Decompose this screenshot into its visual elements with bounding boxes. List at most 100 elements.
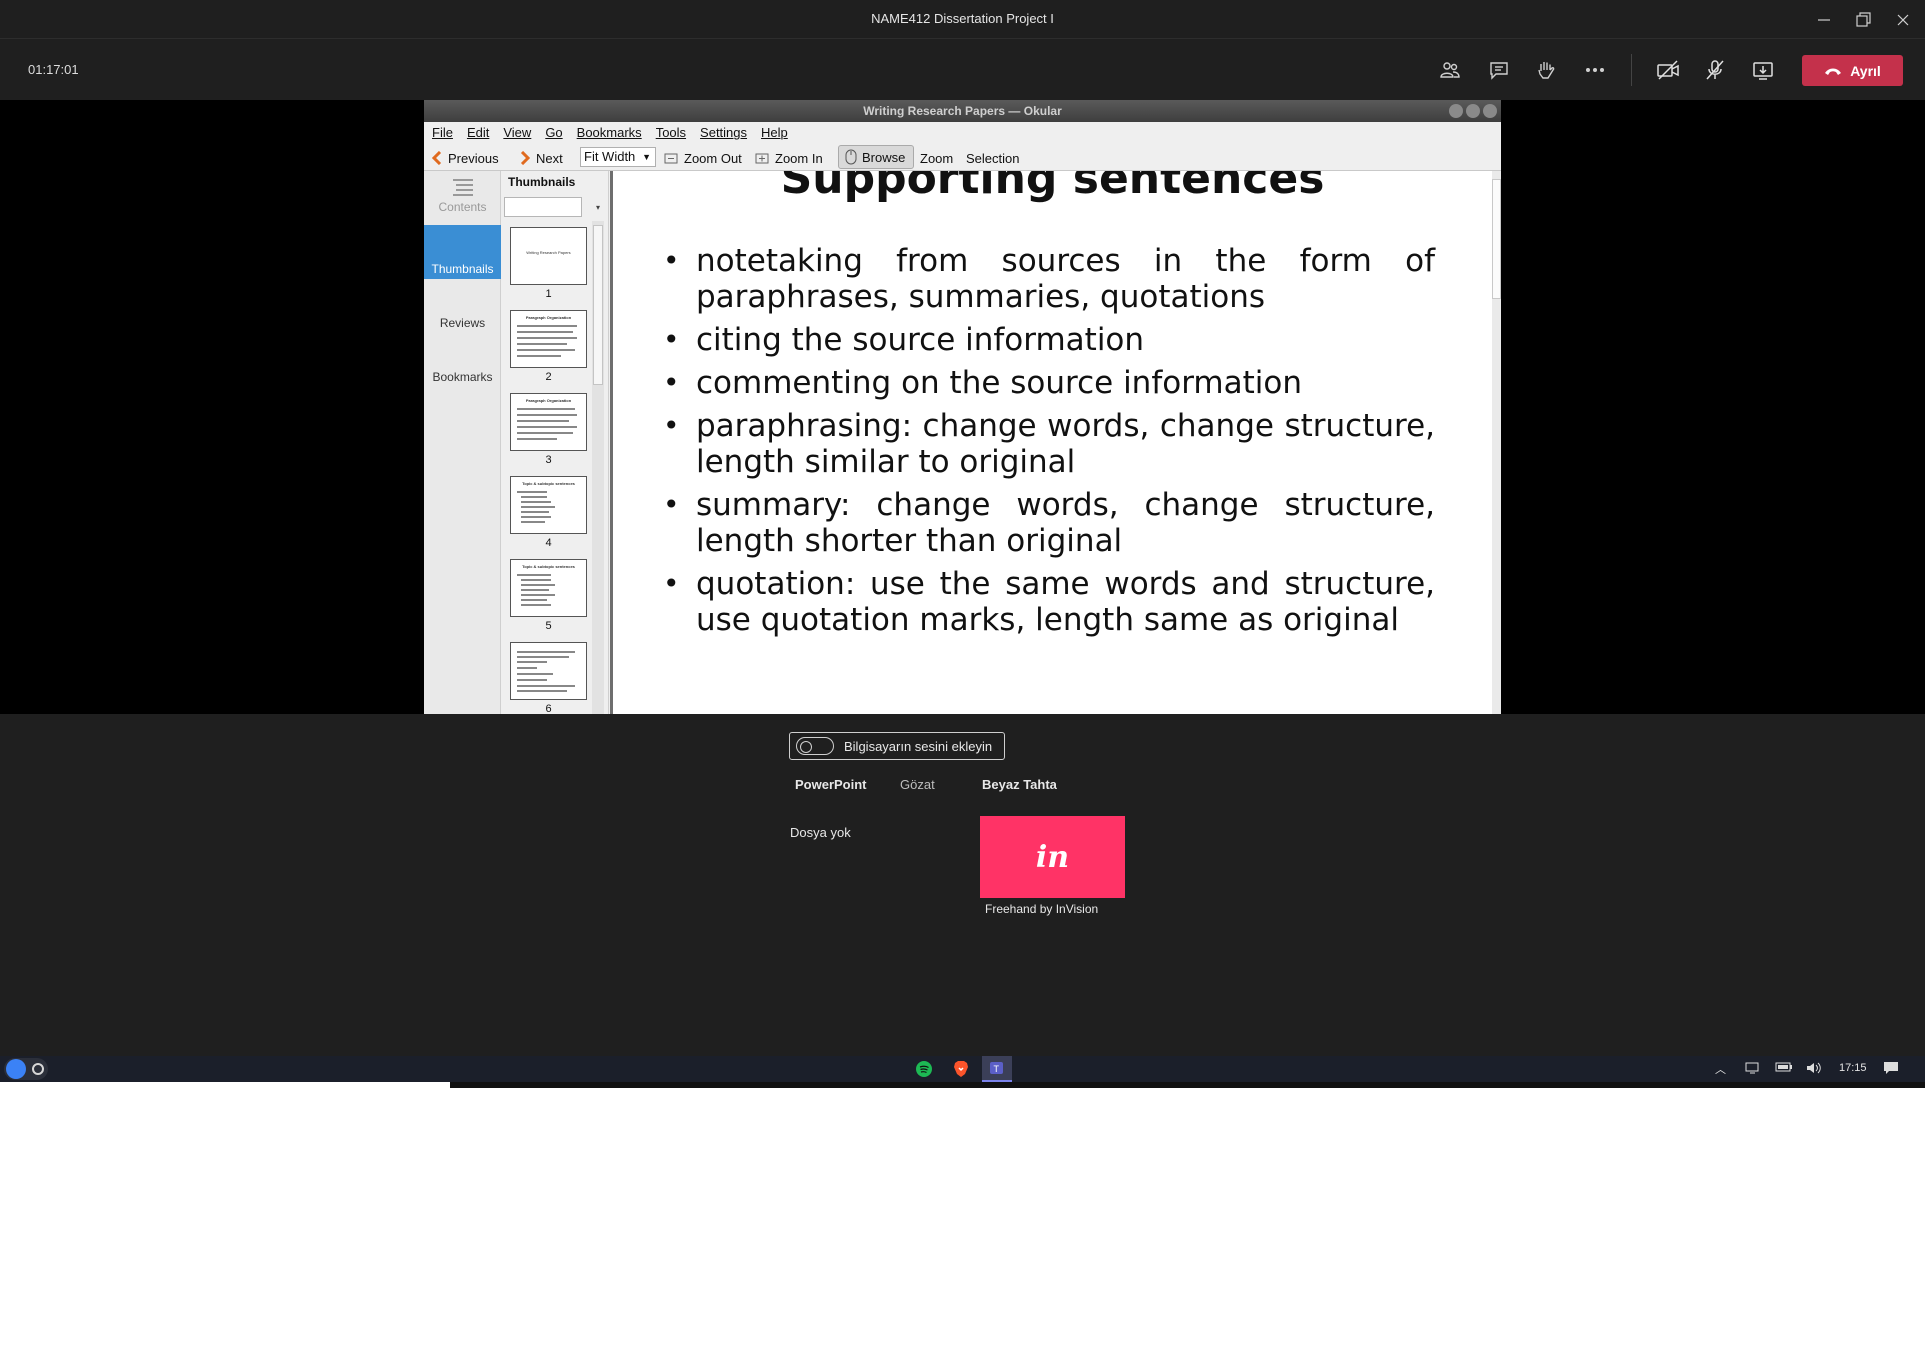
- teams-icon[interactable]: T: [982, 1056, 1012, 1082]
- people-icon[interactable]: [1435, 55, 1465, 85]
- teams-window: NAME412 Dissertation Project I 01:17:01: [0, 0, 1925, 1082]
- close-icon[interactable]: [1891, 8, 1915, 32]
- menu-bookmarks[interactable]: Bookmarks: [577, 125, 642, 140]
- thumbnail-page-1[interactable]: Writing Research Papers: [510, 227, 587, 285]
- network-icon[interactable]: [1745, 1061, 1761, 1078]
- freehand-invision-tile[interactable]: in: [980, 816, 1125, 898]
- thumbnail-search-input[interactable]: [504, 197, 582, 217]
- zoom-tool-button[interactable]: Zoom: [920, 148, 953, 168]
- thumbnail-page-4[interactable]: Topic & subtopic sentences: [510, 476, 587, 534]
- chat-icon[interactable]: [1484, 55, 1514, 85]
- invision-logo: in: [1035, 839, 1070, 875]
- bullet-item: summary: change words, change structure,…: [663, 487, 1435, 559]
- menu-edit[interactable]: Edit: [467, 125, 489, 140]
- thumbnails-scrollbar[interactable]: [592, 221, 604, 714]
- notifications-icon[interactable]: [1883, 1061, 1899, 1078]
- tab-powerpoint[interactable]: PowerPoint: [795, 777, 867, 792]
- menu-settings[interactable]: Settings: [700, 125, 747, 140]
- okular-close-icon[interactable]: [1483, 104, 1497, 118]
- tab-browse[interactable]: Gözat: [900, 777, 935, 792]
- mic-off-icon[interactable]: [1700, 55, 1730, 85]
- tab-reviews[interactable]: Reviews: [424, 279, 501, 333]
- share-icon[interactable]: [1748, 55, 1778, 85]
- document-view: Supporting sentences notetaking from sou…: [610, 171, 1501, 714]
- chevron-up-icon[interactable]: ︿: [1715, 1061, 1726, 1077]
- thumbnail-number: 1: [545, 288, 552, 300]
- okular-maximize-icon[interactable]: [1466, 104, 1480, 118]
- tab-bookmarks[interactable]: Bookmarks: [424, 333, 501, 387]
- thumbnail-number: 5: [545, 620, 552, 632]
- bullet-item: paraphrasing: change words, change struc…: [663, 408, 1435, 480]
- okular-toolbar: Previous Next Fit Width ▼ Zoom Out Zoom …: [424, 143, 1501, 171]
- menu-tools[interactable]: Tools: [656, 125, 686, 140]
- no-file-text: Dosya yok: [790, 825, 851, 840]
- arrow-left-icon: [432, 151, 442, 165]
- previous-label: Previous: [448, 150, 499, 166]
- tab-contents[interactable]: Contents: [424, 171, 501, 225]
- thumbnail-page-3[interactable]: Paragraph Organization: [510, 393, 587, 451]
- slide-heading: Supporting sentences: [780, 171, 1325, 204]
- computer-audio-toggle[interactable]: Bilgisayarın sesini ekleyin: [789, 732, 1005, 760]
- scrollbar-handle[interactable]: [593, 225, 603, 385]
- raise-hand-icon[interactable]: [1531, 55, 1561, 85]
- battery-icon[interactable]: [1775, 1061, 1793, 1076]
- thumbnail-number: 3: [545, 454, 552, 466]
- tab-whiteboard[interactable]: Beyaz Tahta: [982, 777, 1057, 792]
- mouse-icon: [845, 149, 857, 165]
- spotify-icon[interactable]: [914, 1059, 934, 1079]
- call-controls-bar: 01:17:01 Ayrıl: [0, 40, 1925, 100]
- next-button[interactable]: Next: [520, 148, 563, 168]
- start-toggle[interactable]: [4, 1058, 48, 1080]
- zoom-mode-select[interactable]: Fit Width ▼: [580, 147, 656, 167]
- browse-tool-button[interactable]: Browse: [838, 145, 914, 169]
- thumbnail-title: Paragraph Organization: [525, 398, 572, 403]
- thumbnail-page-6[interactable]: [510, 642, 587, 700]
- document-scrollbar[interactable]: [1492, 171, 1501, 714]
- toggle-switch-icon: [796, 737, 834, 755]
- restore-icon[interactable]: [1851, 8, 1875, 32]
- windows-taskbar: T ︿ 17:15: [0, 1056, 1925, 1082]
- bullet-item: citing the source information: [663, 322, 1435, 358]
- hang-up-icon: [1825, 68, 1842, 75]
- zoom-mode-value: Fit Width: [584, 149, 636, 164]
- thumbnail-page-2[interactable]: Paragraph Organization: [510, 310, 587, 368]
- okular-minimize-icon[interactable]: [1449, 104, 1463, 118]
- document-page[interactable]: Supporting sentences notetaking from sou…: [613, 171, 1492, 714]
- zoom-out-button[interactable]: Zoom Out: [664, 148, 742, 168]
- thumbnail-number: 4: [545, 537, 552, 549]
- scrollbar-handle[interactable]: [1492, 179, 1501, 299]
- minimize-icon[interactable]: [1812, 8, 1836, 32]
- freehand-invision-label: Freehand by InVision: [985, 902, 1099, 916]
- menu-view[interactable]: View: [503, 125, 531, 140]
- camera-off-icon[interactable]: [1653, 55, 1683, 85]
- okular-window: Writing Research Papers — Okular File Ed…: [424, 100, 1501, 714]
- zoom-in-button[interactable]: Zoom In: [755, 148, 823, 168]
- menu-file[interactable]: File: [432, 125, 453, 140]
- thumbnail-title: Topic & subtopic sentences: [522, 481, 575, 486]
- brave-icon[interactable]: [951, 1059, 971, 1079]
- menu-go[interactable]: Go: [545, 125, 562, 140]
- tab-thumbnails-label: Thumbnails: [431, 262, 494, 276]
- menu-help[interactable]: Help: [761, 125, 788, 140]
- volume-icon[interactable]: [1805, 1061, 1823, 1078]
- thumbnail-title: Topic & subtopic sentences: [522, 564, 575, 569]
- previous-button[interactable]: Previous: [432, 148, 499, 168]
- clock[interactable]: 17:15: [1839, 1062, 1867, 1074]
- arrow-right-icon: [520, 151, 530, 165]
- thumbnail-title: Paragraph Organization: [525, 315, 572, 320]
- svg-text:T: T: [994, 1064, 1000, 1074]
- more-icon[interactable]: [1580, 55, 1610, 85]
- toolbar-divider: [1631, 54, 1632, 86]
- okular-title-bar: Writing Research Papers — Okular: [424, 100, 1501, 122]
- zoom-in-label: Zoom In: [775, 150, 823, 166]
- selection-tool-button[interactable]: Selection: [966, 148, 1019, 168]
- leave-button[interactable]: Ayrıl: [1802, 55, 1903, 86]
- filter-dropdown-icon[interactable]: ▾: [596, 203, 600, 212]
- computer-audio-label: Bilgisayarın sesini ekleyin: [844, 738, 993, 754]
- chevron-down-icon: ▼: [642, 152, 651, 162]
- tab-contents-label: Contents: [438, 200, 487, 214]
- title-bar: NAME412 Dissertation Project I: [0, 0, 1925, 39]
- leave-label: Ayrıl: [1850, 62, 1881, 79]
- tab-thumbnails[interactable]: Thumbnails: [424, 225, 501, 279]
- thumbnail-page-5[interactable]: Topic & subtopic sentences: [510, 559, 587, 617]
